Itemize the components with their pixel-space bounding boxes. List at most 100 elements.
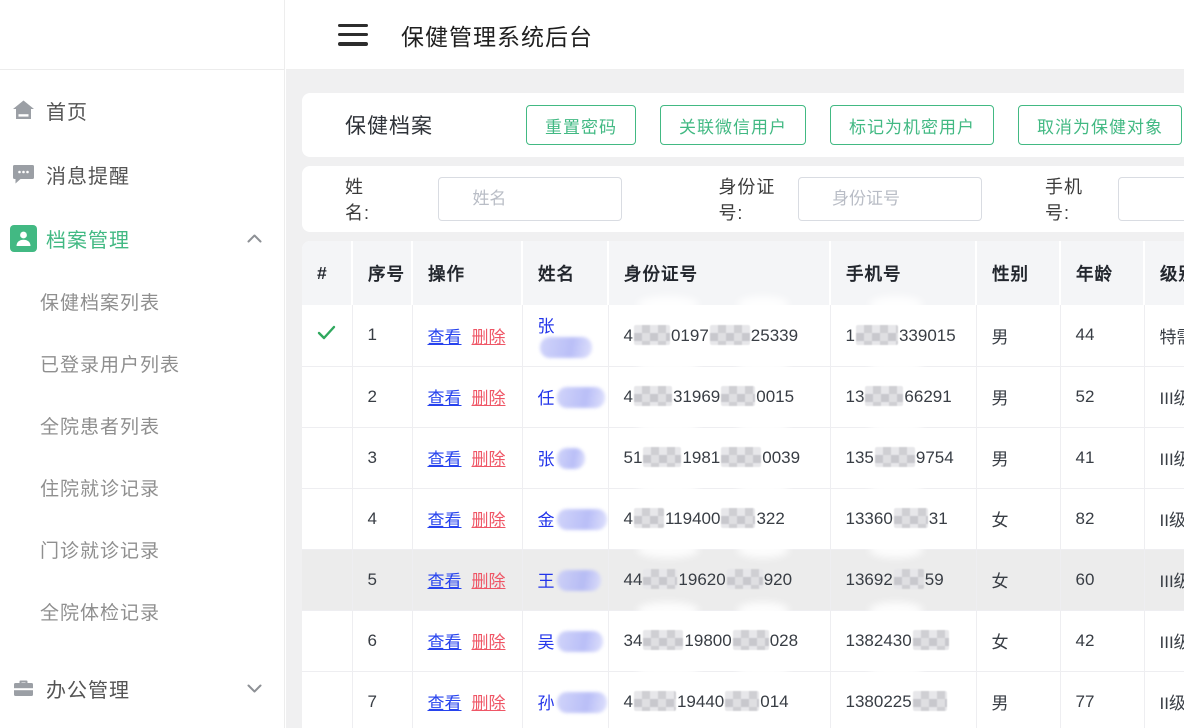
view-link[interactable]: 查看 bbox=[428, 511, 462, 530]
redaction-block bbox=[634, 325, 670, 345]
sidebar-subitem-inpatient-records[interactable]: 住院就诊记录 bbox=[0, 456, 284, 518]
row-check-cell[interactable] bbox=[302, 366, 352, 427]
row-seq: 6 bbox=[352, 610, 412, 671]
sidebar-item-messages[interactable]: 消息提醒 bbox=[0, 142, 284, 206]
sidebar-subitem-health-archive-list[interactable]: 保健档案列表 bbox=[0, 270, 284, 332]
sidebar-item-label: 消息提醒 bbox=[46, 160, 130, 189]
row-age: 77 bbox=[1060, 671, 1144, 728]
table-row[interactable]: 2查看删除任43196900151366291男52III级 bbox=[302, 366, 1184, 427]
col-actions: 操作 bbox=[412, 241, 522, 305]
delete-link[interactable]: 删除 bbox=[472, 694, 506, 713]
delete-link[interactable]: 删除 bbox=[472, 572, 506, 591]
sidebar-item-archives[interactable]: 档案管理 bbox=[0, 206, 284, 270]
sidebar-subitem-outpatient-records[interactable]: 门诊就诊记录 bbox=[0, 518, 284, 580]
row-id-number: 419440014 bbox=[608, 671, 830, 728]
row-age: 44 bbox=[1060, 305, 1144, 366]
row-id-number: 4419620920 bbox=[608, 549, 830, 610]
row-level: 特需 bbox=[1144, 305, 1184, 366]
name-text: 吴 bbox=[538, 633, 555, 652]
topbar: 保健管理系统后台 bbox=[286, 0, 1184, 70]
delete-link[interactable]: 删除 bbox=[472, 633, 506, 652]
redaction-block bbox=[710, 325, 750, 345]
row-gender: 男 bbox=[976, 427, 1060, 488]
row-id-number: 3419800028 bbox=[608, 610, 830, 671]
link-wechat-user-button[interactable]: 关联微信用户 bbox=[660, 105, 806, 145]
delete-link[interactable]: 删除 bbox=[472, 450, 506, 469]
table-row[interactable]: 6查看删除吴34198000281382430女42III级 bbox=[302, 610, 1184, 671]
row-level: III级 bbox=[1144, 427, 1184, 488]
col-gender: 性别 bbox=[976, 241, 1060, 305]
name-redaction-block bbox=[557, 387, 605, 408]
name-filter-input[interactable] bbox=[438, 177, 622, 221]
records-table: # 序号 操作 姓名 身份证号 手机号 性别 年龄 级别 1查看删除张40197… bbox=[302, 241, 1184, 728]
row-name: 孙 bbox=[522, 671, 608, 728]
page-title: 保健档案 bbox=[302, 110, 526, 140]
view-link[interactable]: 查看 bbox=[428, 694, 462, 713]
row-seq: 2 bbox=[352, 366, 412, 427]
row-name: 吴 bbox=[522, 610, 608, 671]
table-row[interactable]: 3查看删除张51198100391359754男41III级 bbox=[302, 427, 1184, 488]
records-tbody: 1查看删除张40197253391339015男44特需2查看删除任431969… bbox=[302, 305, 1184, 728]
table-row[interactable]: 5查看删除王44196209201369259女60III级 bbox=[302, 549, 1184, 610]
view-link[interactable]: 查看 bbox=[428, 389, 462, 408]
row-check-cell[interactable] bbox=[302, 427, 352, 488]
row-check-cell[interactable] bbox=[302, 610, 352, 671]
id-filter-label: 身份证号: bbox=[718, 173, 777, 225]
row-phone: 1359754 bbox=[830, 427, 976, 488]
sidebar-item-office[interactable]: 办公管理 bbox=[0, 656, 284, 720]
row-seq: 7 bbox=[352, 671, 412, 728]
view-link[interactable]: 查看 bbox=[428, 328, 462, 347]
menu-toggle-icon[interactable] bbox=[338, 24, 368, 46]
redaction-block bbox=[643, 447, 681, 467]
row-name: 任 bbox=[522, 366, 608, 427]
phone-filter-input[interactable] bbox=[1118, 177, 1184, 221]
sidebar-subitem-logged-in-users[interactable]: 已登录用户列表 bbox=[0, 332, 284, 394]
filter-card: 姓名: 身份证号: 手机号: bbox=[302, 166, 1184, 232]
sidebar-item-home[interactable]: 首页 bbox=[0, 78, 284, 142]
row-phone: 1339015 bbox=[830, 305, 976, 366]
sidebar-item-label: 首页 bbox=[46, 96, 88, 125]
row-age: 41 bbox=[1060, 427, 1144, 488]
row-gender: 女 bbox=[976, 549, 1060, 610]
cancel-healthcare-target-button[interactable]: 取消为保健对象 bbox=[1018, 105, 1182, 145]
redaction-block bbox=[725, 691, 759, 711]
row-id-number: 4319690015 bbox=[608, 366, 830, 427]
view-link[interactable]: 查看 bbox=[428, 450, 462, 469]
mark-confidential-button[interactable]: 标记为机密用户 bbox=[830, 105, 994, 145]
row-phone: 1380225 bbox=[830, 671, 976, 728]
redaction-block bbox=[733, 630, 769, 650]
row-gender: 男 bbox=[976, 366, 1060, 427]
sidebar-subitem-all-patients[interactable]: 全院患者列表 bbox=[0, 394, 284, 456]
sidebar-subitem-physical-exam-records[interactable]: 全院体检记录 bbox=[0, 580, 284, 642]
delete-link[interactable]: 删除 bbox=[472, 328, 506, 347]
name-redaction-block bbox=[540, 337, 592, 358]
row-check-cell[interactable] bbox=[302, 305, 352, 366]
name-redaction-block bbox=[557, 448, 585, 469]
row-age: 82 bbox=[1060, 488, 1144, 549]
row-check-cell[interactable] bbox=[302, 671, 352, 728]
row-name: 张 bbox=[522, 427, 608, 488]
chevron-down-icon bbox=[247, 684, 262, 693]
id-filter-input[interactable] bbox=[798, 177, 982, 221]
name-text: 金 bbox=[538, 511, 555, 530]
redaction-block bbox=[856, 325, 898, 345]
view-link[interactable]: 查看 bbox=[428, 572, 462, 591]
redaction-block bbox=[643, 569, 677, 589]
redaction-block bbox=[721, 386, 755, 406]
home-icon bbox=[10, 97, 37, 124]
row-seq: 1 bbox=[352, 305, 412, 366]
redaction-block bbox=[913, 630, 949, 650]
delete-link[interactable]: 删除 bbox=[472, 389, 506, 408]
table-row[interactable]: 1查看删除张40197253391339015男44特需 bbox=[302, 305, 1184, 366]
row-check-cell[interactable] bbox=[302, 488, 352, 549]
delete-link[interactable]: 删除 bbox=[472, 511, 506, 530]
row-name: 王 bbox=[522, 549, 608, 610]
col-name: 姓名 bbox=[522, 241, 608, 305]
row-id-number: 5119810039 bbox=[608, 427, 830, 488]
table-row[interactable]: 7查看删除孙4194400141380225男77II级 bbox=[302, 671, 1184, 728]
table-row[interactable]: 4查看删除金41194003221336031女82II级 bbox=[302, 488, 1184, 549]
row-check-cell[interactable] bbox=[302, 549, 352, 610]
reset-password-button[interactable]: 重置密码 bbox=[526, 105, 636, 145]
sidebar-item-label: 档案管理 bbox=[46, 224, 130, 253]
view-link[interactable]: 查看 bbox=[428, 633, 462, 652]
